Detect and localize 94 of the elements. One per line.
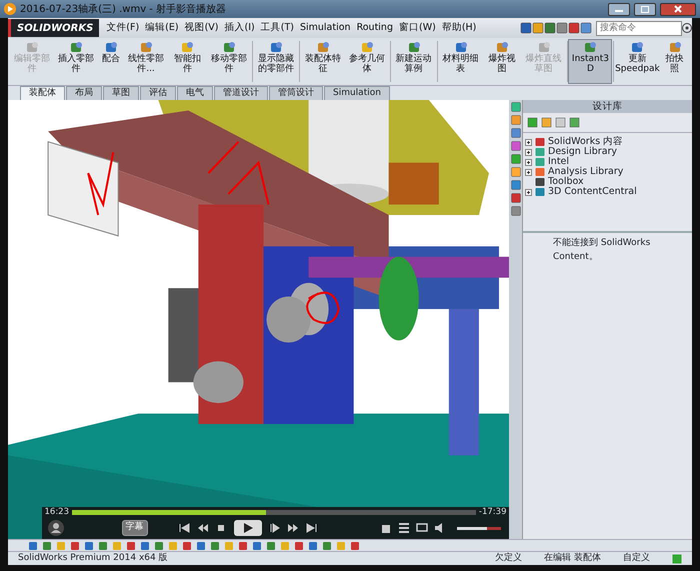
tab[interactable]: 电气 (177, 86, 213, 100)
expand-icon[interactable] (525, 188, 532, 196)
tool-icon (360, 41, 374, 54)
command-button[interactable]: 插入零部件 (54, 39, 98, 84)
toolbar-icon[interactable] (544, 22, 556, 34)
tool-icon (454, 41, 468, 54)
search-field[interactable]: 搜索命令 (596, 20, 682, 36)
tool-icon (630, 41, 644, 54)
tab[interactable]: 装配体 (20, 86, 65, 100)
command-button[interactable]: 配合 (98, 39, 124, 84)
maximize-icon (641, 6, 649, 12)
command-button[interactable]: 新建运动算例 (392, 39, 436, 84)
play-button[interactable] (234, 520, 262, 536)
solidworks-logo: SOLIDWORKS (8, 19, 100, 37)
tool-icon (536, 41, 551, 54)
expand-icon[interactable] (525, 168, 532, 176)
command-button[interactable]: 拍快照 (659, 39, 690, 84)
expand-icon[interactable] (525, 158, 532, 166)
volume-track[interactable] (457, 526, 501, 530)
elapsed-time: 16:23 (44, 506, 70, 518)
menu-item[interactable]: 文件(F) (103, 20, 142, 36)
tool-icon (268, 41, 283, 54)
tool-icon (668, 41, 682, 54)
player-logo-icon (4, 3, 16, 15)
toolbar-icon[interactable] (532, 22, 544, 34)
screen-icon (416, 522, 428, 534)
tool-icon (25, 41, 39, 54)
status-text: 自定义 (623, 552, 650, 565)
menu-item[interactable]: 工具(T) (258, 20, 297, 36)
next-icon (304, 522, 316, 534)
library-tool-icon[interactable] (541, 117, 552, 128)
menu-item[interactable]: 插入(I) (222, 20, 258, 36)
menu-item[interactable]: Simulation (296, 20, 354, 36)
toolbar-icon[interactable] (580, 22, 592, 34)
toolbar-icon[interactable] (520, 22, 532, 34)
library-tool-icon[interactable] (569, 117, 580, 128)
tool-icon (495, 41, 510, 54)
tab[interactable]: 草图 (103, 86, 139, 100)
command-button[interactable]: 显示隐藏的零部件 (254, 39, 298, 84)
toolbar-icon[interactable] (556, 22, 568, 34)
tool-icon (406, 41, 421, 54)
command-button[interactable]: 移动零部件 (206, 39, 251, 84)
playlist-icon (398, 522, 410, 534)
window-title: 2016-07-23轴承(三) .wmv - 射手影音播放器 (20, 2, 228, 16)
menu-item[interactable]: 视图(V) (182, 20, 222, 36)
command-button[interactable]: 参考几何体 (344, 39, 389, 84)
library-item[interactable]: 3D ContentCentral (548, 184, 637, 200)
menu-item[interactable]: 窗口(W) (396, 20, 439, 36)
command-button[interactable]: 线性零部件... (124, 39, 168, 84)
tab[interactable]: 管道设计 (214, 86, 268, 100)
command-button[interactable]: 材料明细表 (438, 39, 483, 84)
expand-icon[interactable] (525, 138, 532, 146)
open-file-icon (380, 522, 392, 534)
close-icon (674, 5, 682, 13)
tool-icon (69, 41, 83, 54)
tool-icon (316, 41, 330, 54)
tab[interactable]: 管筒设计 (269, 86, 323, 100)
minimize-button[interactable] (608, 2, 630, 16)
tool-icon (583, 41, 598, 54)
toolbar-icon[interactable] (568, 22, 580, 34)
remaining-time: -17:39 (478, 506, 508, 518)
tool-icon (180, 41, 194, 54)
command-button[interactable]: 更新 Speedpak (615, 39, 660, 84)
command-button[interactable]: 智能扣件 (168, 39, 207, 84)
library-tool-icon[interactable] (555, 117, 566, 128)
tool-icon (104, 41, 118, 54)
maximize-button[interactable] (634, 2, 656, 16)
play-icon (242, 522, 254, 534)
tool-icon (222, 41, 236, 54)
previous-icon (178, 522, 190, 534)
command-button[interactable]: 爆炸视图 (482, 39, 522, 84)
rewind-icon (196, 522, 208, 534)
command-button[interactable]: 装配体特征 (300, 39, 345, 84)
tab[interactable]: 布局 (66, 86, 102, 100)
user-icon[interactable] (48, 520, 64, 536)
product-name: SolidWorks Premium 2014 x64 版 (18, 552, 169, 565)
tab[interactable]: Simulation (324, 86, 390, 100)
step-forward-icon (268, 522, 280, 534)
tab[interactable]: 评估 (140, 86, 176, 100)
library-tool-icon[interactable] (527, 117, 538, 128)
fast-forward-icon (286, 522, 298, 534)
status-text: 在编辑 装配体 (544, 552, 601, 565)
panel-title: 设计库 (523, 100, 692, 113)
menu-item[interactable]: 编辑(E) (142, 20, 182, 36)
status-message: 不能连接到 SolidWorks Content。 (552, 236, 652, 264)
menu-item[interactable]: Routing (354, 20, 396, 36)
tool-icon (139, 41, 153, 54)
status-text: 欠定义 (495, 552, 522, 565)
subtitle-button[interactable]: 字幕 (122, 520, 148, 536)
command-button[interactable]: Instant3D (568, 39, 612, 84)
expand-icon[interactable] (525, 148, 532, 156)
progress-track[interactable] (72, 510, 476, 514)
menu-item[interactable]: 帮助(H) (438, 20, 480, 36)
close-button[interactable] (660, 2, 696, 16)
